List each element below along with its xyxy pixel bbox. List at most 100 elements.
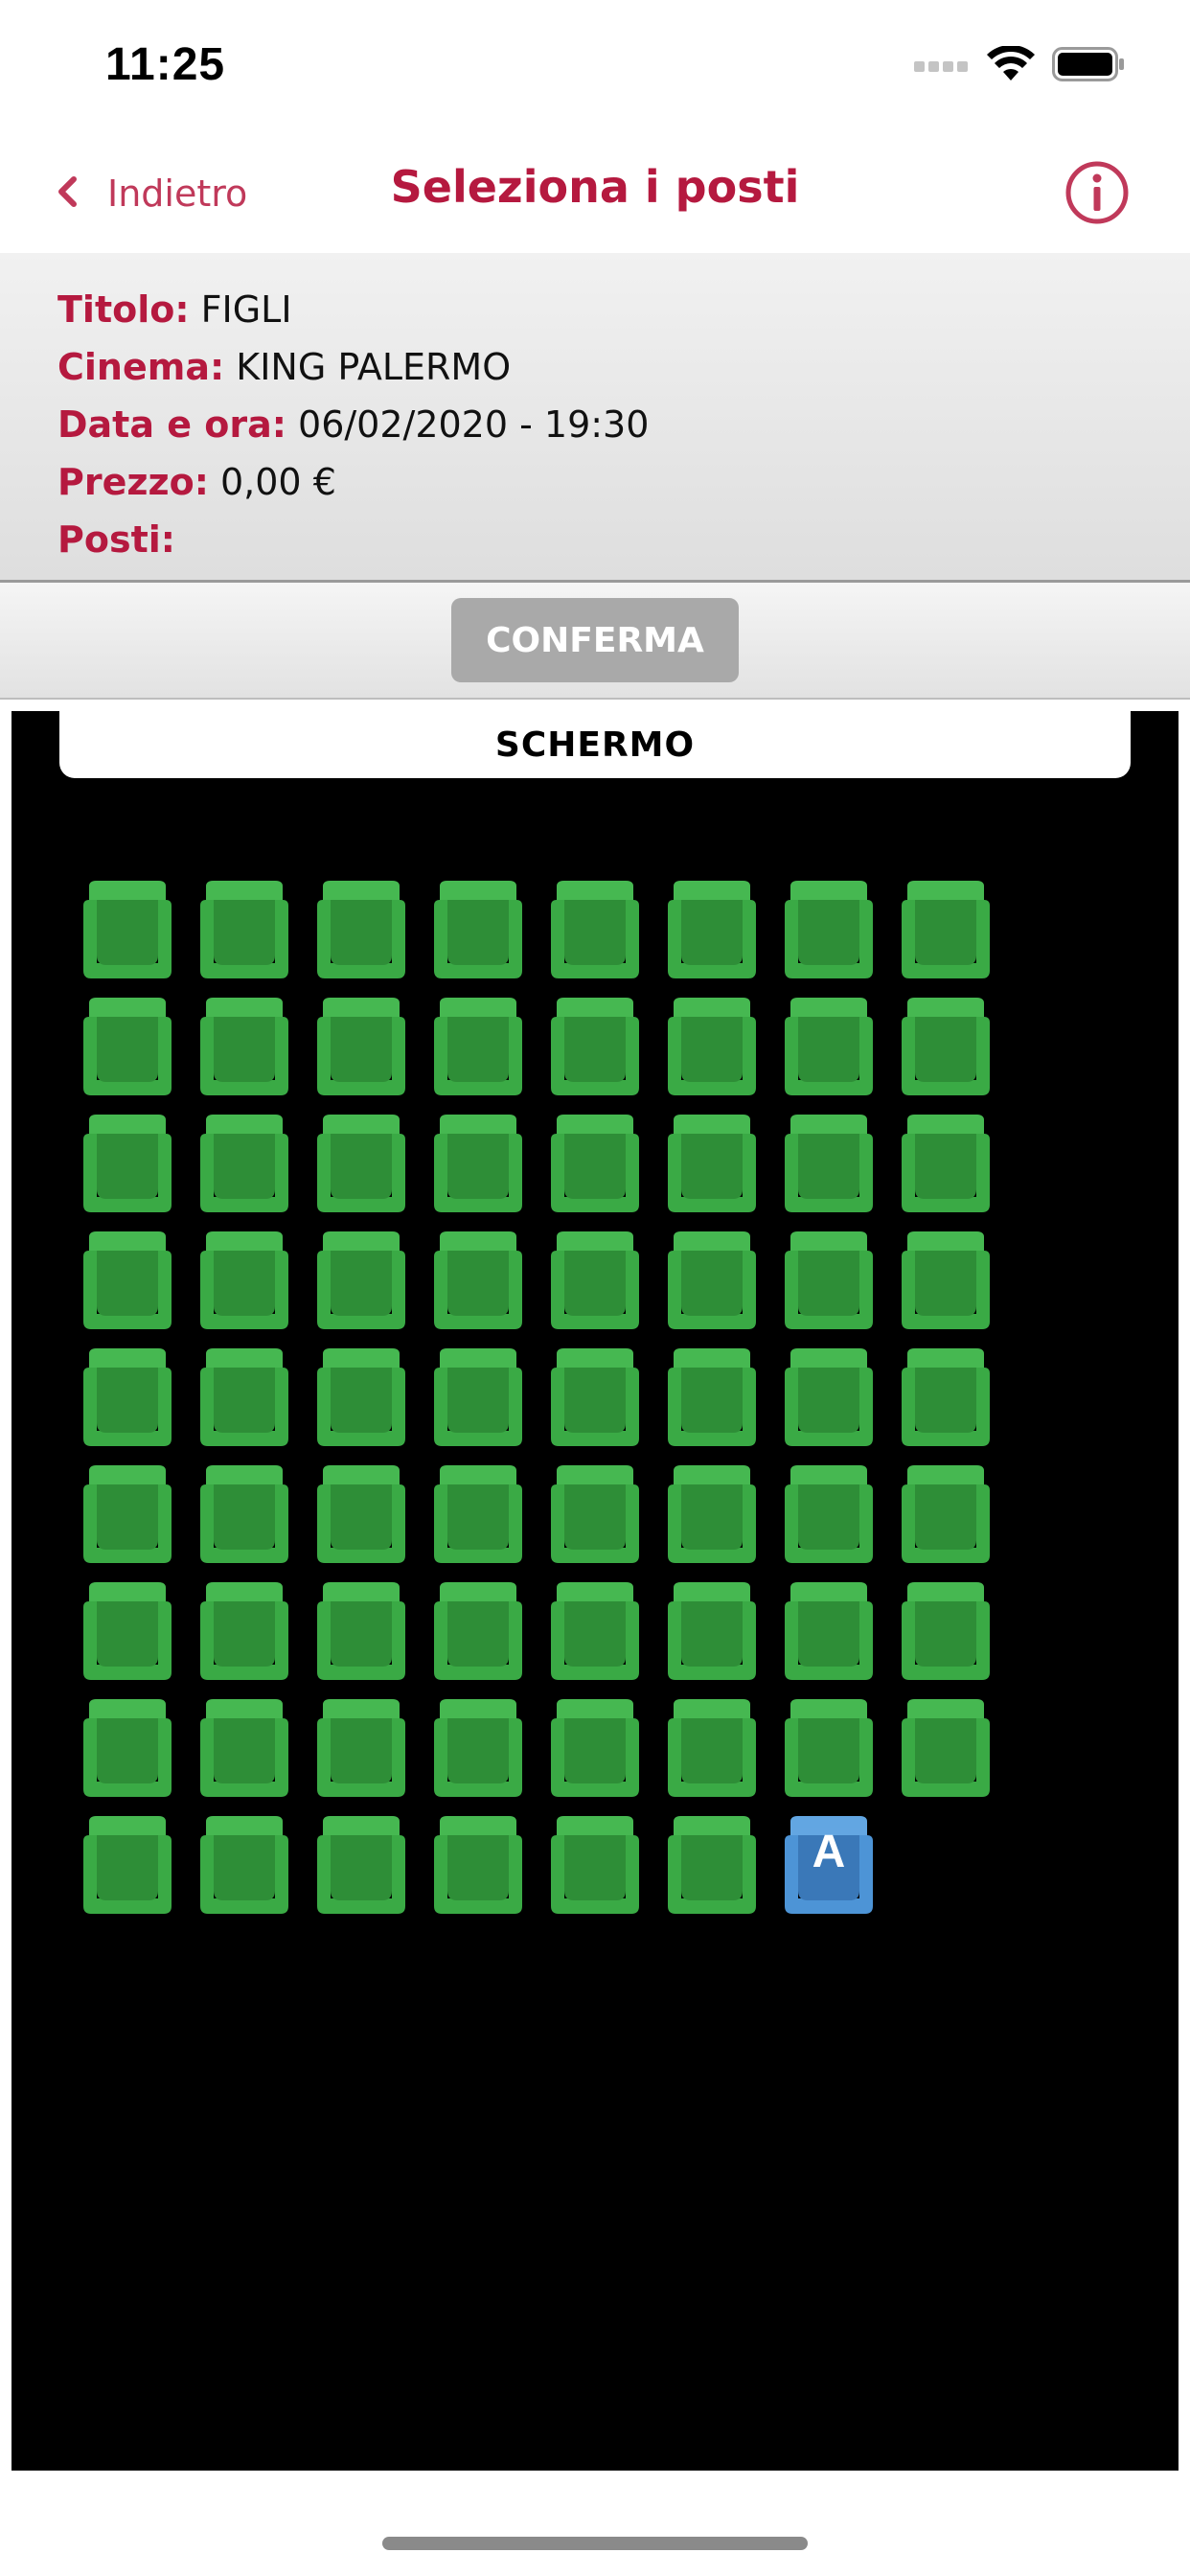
seat-special[interactable]: A [781,1814,877,1916]
seat[interactable] [196,1814,292,1916]
seat[interactable] [547,1346,643,1448]
seat[interactable] [80,1814,175,1916]
seat[interactable] [430,1814,526,1916]
seat[interactable] [313,879,409,980]
confirm-bar: CONFERMA [0,583,1190,700]
seat[interactable] [898,879,994,980]
info-row-cinema: Cinema: KING PALERMO [57,345,511,389]
seat[interactable] [313,1346,409,1448]
seat[interactable] [80,1697,175,1799]
seat[interactable] [664,1814,760,1916]
info-row-title: Titolo: FIGLI [57,288,292,332]
info-button[interactable] [1064,159,1131,226]
back-button[interactable]: Indietro [56,163,247,224]
status-bar: 11:25 [0,0,1190,134]
seat[interactable] [664,996,760,1097]
seat[interactable] [781,1230,877,1331]
status-time: 11:25 [105,39,226,90]
app-screen: 11:25 Indietro Seleziona i posti Titolo:… [0,0,1190,2576]
seat[interactable] [781,1697,877,1799]
title-value: FIGLI [200,288,292,331]
seat[interactable] [898,1580,994,1682]
seat[interactable] [430,879,526,980]
seat[interactable] [430,1346,526,1448]
seat[interactable] [664,879,760,980]
seat[interactable] [196,879,292,980]
seat[interactable] [80,1463,175,1565]
seat[interactable] [430,996,526,1097]
datetime-value: 06/02/2020 - 19:30 [298,403,650,446]
home-indicator [382,2537,808,2550]
cinema-value: KING PALERMO [236,346,512,388]
seat[interactable] [196,1113,292,1214]
battery-icon [1052,47,1125,85]
seat[interactable] [781,1346,877,1448]
seat[interactable] [781,1463,877,1565]
seat[interactable] [898,1463,994,1565]
seat[interactable] [196,1346,292,1448]
seat[interactable] [80,1113,175,1214]
seat[interactable] [80,1230,175,1331]
seat[interactable] [313,996,409,1097]
seat[interactable] [898,1230,994,1331]
seat[interactable] [313,1230,409,1331]
seat-letter: A [812,1827,846,1877]
price-value: 0,00 € [220,461,336,503]
seat[interactable] [664,1463,760,1565]
seat[interactable] [196,1580,292,1682]
seat[interactable] [313,1814,409,1916]
status-icons [914,42,1125,90]
seat[interactable] [547,1230,643,1331]
info-row-price: Prezzo: 0,00 € [57,460,336,504]
seat[interactable] [781,879,877,980]
seat[interactable] [80,1580,175,1682]
seat[interactable] [547,1463,643,1565]
seat[interactable] [196,996,292,1097]
seat[interactable] [898,1697,994,1799]
seat[interactable] [547,1697,643,1799]
seat[interactable] [80,879,175,980]
title-key: Titolo: [57,288,190,331]
cinema-key: Cinema: [57,346,225,388]
screen-label: SCHERMO [59,711,1131,778]
seat[interactable] [664,1346,760,1448]
info-row-seats: Posti: [57,518,175,562]
booking-info-panel: Titolo: FIGLI Cinema: KING PALERMO Data … [0,253,1190,583]
seat[interactable] [196,1697,292,1799]
seat[interactable] [781,996,877,1097]
seat[interactable] [313,1697,409,1799]
seat[interactable] [80,996,175,1097]
back-label: Indietro [107,172,248,215]
seat[interactable] [196,1230,292,1331]
seat[interactable] [430,1697,526,1799]
wifi-icon [987,44,1035,86]
seat[interactable] [430,1230,526,1331]
seat[interactable] [430,1463,526,1565]
seat[interactable] [781,1113,877,1214]
seat[interactable] [313,1580,409,1682]
seat[interactable] [313,1463,409,1565]
seat[interactable] [898,1113,994,1214]
seat[interactable] [313,1113,409,1214]
datetime-key: Data e ora: [57,403,286,446]
seat[interactable] [547,1580,643,1682]
info-row-datetime: Data e ora: 06/02/2020 - 19:30 [57,402,649,447]
seat[interactable] [80,1346,175,1448]
seat[interactable] [547,1113,643,1214]
chevron-left-icon [56,175,79,212]
seat[interactable] [196,1463,292,1565]
seat[interactable] [664,1580,760,1682]
seat[interactable] [430,1113,526,1214]
seat[interactable] [664,1113,760,1214]
seat-map: SCHERMO A [11,711,1179,2471]
seat[interactable] [430,1580,526,1682]
seat[interactable] [547,1814,643,1916]
seat[interactable] [547,996,643,1097]
confirm-button[interactable]: CONFERMA [451,598,739,682]
seat[interactable] [664,1697,760,1799]
seat[interactable] [664,1230,760,1331]
seat[interactable] [898,1346,994,1448]
seat[interactable] [781,1580,877,1682]
seat[interactable] [547,879,643,980]
seat[interactable] [898,996,994,1097]
